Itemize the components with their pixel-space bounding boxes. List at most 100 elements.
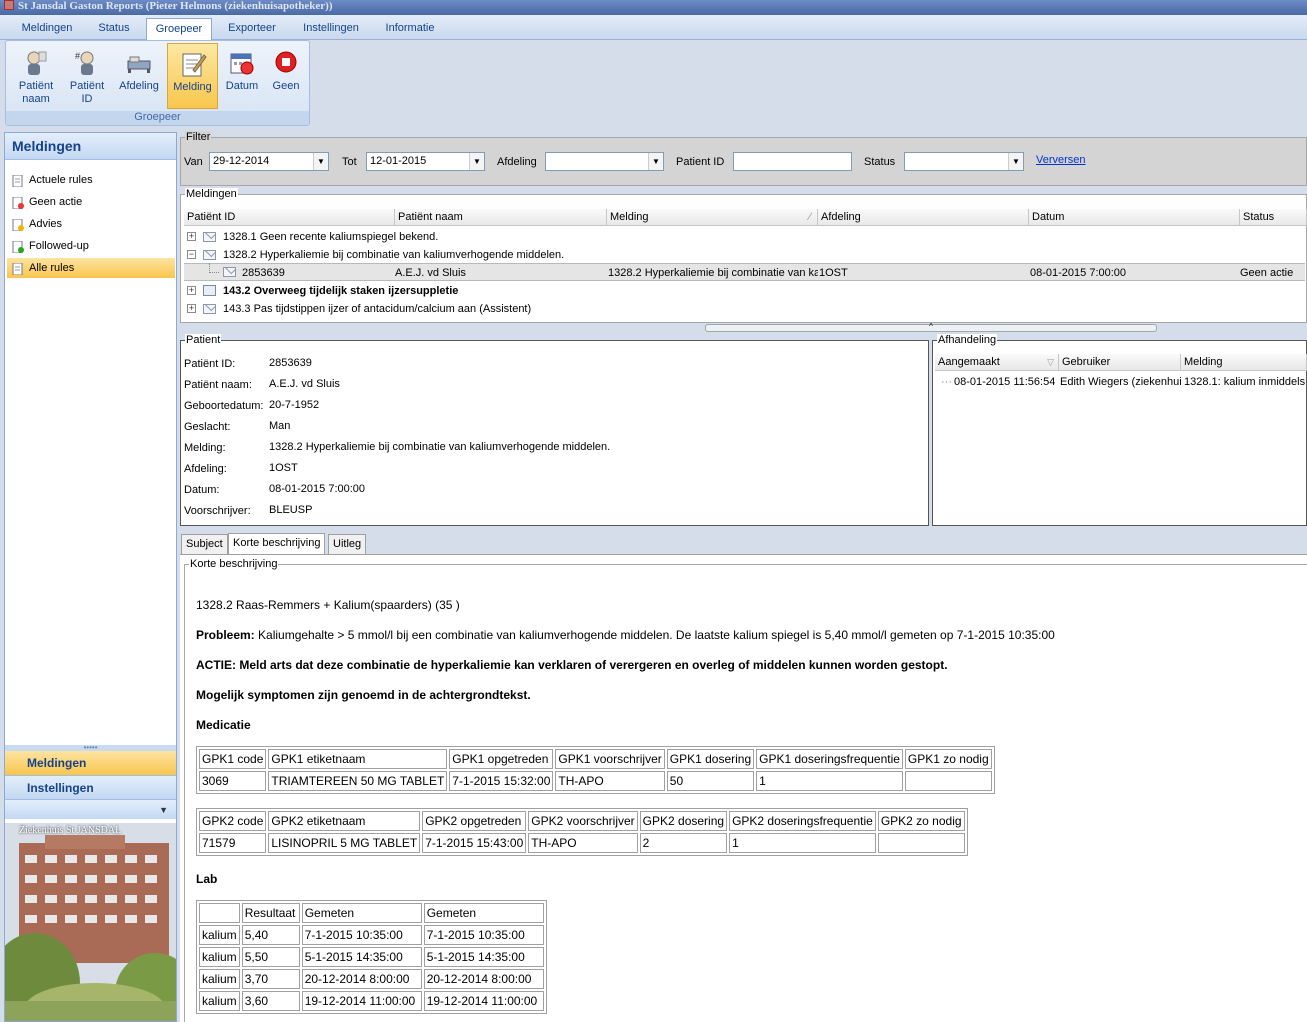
chevron-down-icon[interactable]: ▼ [469,153,484,170]
table-cell: kalium [199,969,240,989]
nav-overflow-chevron-icon[interactable]: ▼ [5,799,176,819]
tab-status[interactable]: Status [90,18,138,40]
nav-meldingen-button[interactable]: Meldingen [5,751,176,775]
group-by-date-button[interactable]: Datum [220,43,264,109]
open-envelope-icon [203,285,216,296]
sidebar-item-followed-up[interactable]: Followed-up [7,236,175,256]
sidebar-item-alle-rules[interactable]: Alle rules [7,258,175,278]
chevron-down-icon[interactable]: ▼ [648,153,663,170]
column-header-melding[interactable]: Melding [1181,354,1307,371]
status-select[interactable]: ▼ [904,152,1024,171]
meldingen-legend: Meldingen [185,188,238,200]
column-header-aangemaakt[interactable]: Aangemaakt ▽ [935,354,1059,371]
group-by-none-button[interactable]: Geen [266,43,306,109]
table-header-row: Resultaat Gemeten Gemeten [199,903,544,923]
table-header-cell: GPK2 opgetreden [422,811,527,831]
cell-status: Geen actie [1240,267,1294,279]
melding-value: 1328.2 Hyperkaliemie bij combinatie van … [269,441,611,453]
tab-uitleg[interactable]: Uitleg [328,534,367,554]
table-row[interactable]: 2853639 A.E.J. vd Sluis 1328.2 Hyperkali… [184,263,1305,281]
group-title: 1328.1 Geen recente kaliumspiegel bekend… [223,231,439,243]
column-header-melding[interactable]: Melding ⁄ [607,209,818,226]
ward-icon [125,49,153,77]
tree-line [209,263,219,273]
group-row[interactable]: − 1328.2 Hyperkaliemie bij combinatie va… [184,246,1305,264]
patient-id-input[interactable] [733,152,852,171]
tab-korte-beschrijving[interactable]: Korte beschrijving [228,533,326,555]
sidebar-item-advies[interactable]: Advies [7,214,175,234]
table-row: 3069 TRIAMTEREEN 50 MG TABLET 7-1-2015 1… [199,771,992,791]
patient-id-icon: # [73,49,101,77]
group-by-patient-id-label: Patiënt ID [69,80,105,105]
group-by-notification-button[interactable]: Melding [167,43,218,109]
verversen-link[interactable]: Verversen [1036,153,1086,167]
envelope-icon [203,304,216,314]
nav-instellingen-button[interactable]: Instellingen [5,775,176,799]
tab-subject[interactable]: Subject [181,534,228,554]
app-icon [4,0,14,10]
patient-name-icon [22,49,50,77]
van-date-picker[interactable]: 29-12-2014 ▼ [209,152,329,171]
table-cell: 3069 [199,771,267,791]
gpk2-table: GPK2 code GPK2 etiketnaam GPK2 opgetrede… [196,808,968,856]
group-by-ward-button[interactable]: Afdeling [113,43,165,109]
column-header-patient-id[interactable]: Patiënt ID [184,209,395,226]
chevron-down-icon[interactable]: ▼ [313,153,328,170]
collapse-icon[interactable]: − [187,250,196,259]
expand-icon[interactable]: + [187,304,196,313]
sidebar-item-label: Advies [29,218,63,230]
group-by-date-label: Datum [225,80,259,92]
expand-icon[interactable]: + [187,232,196,241]
afdeling-label: Afdeling: [184,463,227,475]
table-header-cell: GPK1 voorschrijver [555,749,665,769]
tab-groepeer[interactable]: Groepeer [146,18,212,40]
group-row[interactable]: + 143.3 Pas tijdstippen ijzer of antacid… [184,300,1305,318]
column-header-patient-naam[interactable]: Patiënt naam [395,209,607,226]
tab-exporteer[interactable]: Exporteer [218,18,286,40]
probleem-paragraph: Probleem: Kaliumgehalte > 5 mmol/l bij e… [196,628,1055,642]
tot-date-picker[interactable]: 12-01-2015 ▼ [366,152,485,171]
group-row[interactable]: + 143.2 Overweeg tijdelijk staken ijzers… [184,282,1305,300]
korte-beschrijving-legend: Korte beschrijving [189,558,279,570]
column-header-datum[interactable]: Datum [1029,209,1240,226]
group-by-patient-id-button[interactable]: # Patiënt ID [62,43,112,109]
sidebar-item-actuele-rules[interactable]: Actuele rules [7,170,175,190]
sidebar-item-geen-actie[interactable]: Geen actie [7,192,175,212]
column-header-gebruiker[interactable]: Gebruiker [1059,354,1181,371]
column-header-afdeling[interactable]: Afdeling [818,209,1029,226]
table-header-cell: GPK1 code [199,749,267,769]
table-cell: 7-1-2015 10:35:00 [301,925,422,945]
afhandeling-row[interactable]: ··· 08-01-2015 11:56:54 Edith Wiegers (z… [935,373,1307,391]
group-title: 1328.2 Hyperkaliemie bij combinatie van … [223,249,565,261]
group-title: 143.2 Overweeg tijdelijk staken ijzersup… [223,285,459,297]
cell-aangemaakt: 08-01-2015 11:56:54 [954,376,1056,388]
document-icon [12,174,24,188]
table-header-cell: Gemeten [301,903,422,923]
table-header-row: GPK2 code GPK2 etiketnaam GPK2 opgetrede… [199,811,965,831]
window-title: St Jansdal Gaston Reports (Pieter Helmon… [18,0,333,12]
medicatie-title: Medicatie [196,718,251,732]
rule-heading: 1328.2 Raas-Remmers + Kalium(spaarders) … [196,598,460,612]
group-by-patient-name-button[interactable]: Patiënt naam [10,43,62,109]
afdeling-value: 1OST [269,462,298,474]
expand-icon[interactable]: + [187,286,196,295]
cell-melding: 1328.2 Hyperkaliemie bij combinatie van … [608,267,818,279]
tab-instellingen[interactable]: Instellingen [296,18,366,40]
tot-label: Tot [342,156,357,168]
afdeling-label: Afdeling [497,156,537,168]
geboortedatum-value: 20-7-1952 [269,399,320,411]
table-cell: LISINOPRIL 5 MG TABLET [268,833,421,853]
table-cell: 20-12-2014 8:00:00 [423,969,544,989]
chevron-down-icon[interactable]: ▼ [1008,153,1023,170]
ribbon-group-label: Groepeer [6,111,309,125]
group-row[interactable]: + 1328.1 Geen recente kaliumspiegel beke… [184,228,1305,246]
probleem-text: Kaliumgehalte > 5 mmol/l bij een combina… [254,628,1055,642]
afdeling-select[interactable]: ▼ [545,152,664,171]
column-header-status[interactable]: Status [1240,209,1307,226]
window-titlebar: St Jansdal Gaston Reports (Pieter Helmon… [0,0,1307,15]
tab-informatie[interactable]: Informatie [376,18,444,40]
probleem-label: Probleem: [196,628,255,642]
tab-meldingen[interactable]: Meldingen [14,18,80,40]
splitter-handle[interactable]: ^ [705,323,1157,332]
lab-table: Resultaat Gemeten Gemeten kalium 5,40 7-… [196,900,547,1014]
